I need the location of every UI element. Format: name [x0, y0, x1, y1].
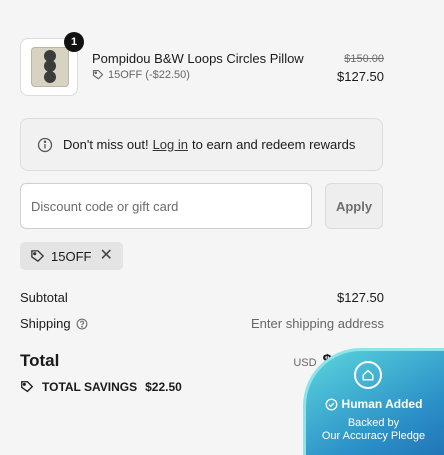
savings-value: $22.50: [145, 380, 182, 394]
total-label: Total: [20, 351, 60, 370]
subtotal-label: Subtotal: [20, 290, 68, 305]
badge-title: Human Added: [306, 397, 444, 411]
subtotal-value: $127.50: [337, 290, 384, 305]
notice-suffix: to earn and redeem rewards: [192, 137, 356, 152]
info-icon: [37, 137, 53, 152]
rewards-notice: Don't miss out! Log in to earn and redee…: [20, 118, 383, 171]
badge-subtitle: Backed by Our Accuracy Pledge: [306, 417, 444, 443]
product-discount-label: 15OFF (-$22.50): [108, 69, 190, 81]
pillow-image: [31, 47, 69, 87]
tag-icon: [31, 249, 45, 262]
applied-code-label: 15OFF: [51, 248, 92, 264]
savings-tag-icon: [21, 381, 34, 393]
discount-code-input[interactable]: [20, 183, 312, 229]
tag-icon: [92, 69, 104, 80]
original-price: $150.00: [344, 53, 384, 65]
product-name: Pompidou B&W Loops Circles Pillow: [92, 51, 304, 66]
cart-line-item: 1 Pompidou B&W Loops Circles Pillow 15OF…: [20, 32, 384, 96]
help-icon[interactable]: [76, 318, 88, 330]
currency-code: USD: [293, 357, 317, 369]
savings-label: TOTAL SAVINGS: [42, 380, 138, 394]
remove-discount-icon[interactable]: ✕: [99, 248, 112, 264]
house-icon: [354, 361, 382, 389]
applied-discount-chip: 15OFF ✕: [20, 242, 123, 270]
subtotal-row: Subtotal $127.50: [20, 290, 384, 305]
shipping-value: Enter shipping address: [251, 316, 384, 331]
total-savings: TOTAL SAVINGS $22.50: [20, 380, 182, 394]
current-price: $127.50: [337, 69, 384, 84]
check-circle-icon: [325, 398, 337, 410]
product-discount: 15OFF (-$22.50): [92, 69, 190, 81]
notice-prefix: Don't miss out!: [63, 137, 149, 152]
quantity-badge: 1: [64, 32, 84, 52]
badge-title-text: Human Added: [341, 397, 423, 411]
human-added-badge[interactable]: Human Added Backed by Our Accuracy Pledg…: [303, 348, 444, 455]
shipping-label: Shipping: [20, 316, 71, 331]
login-link[interactable]: Log in: [153, 137, 188, 152]
badge-line-2: Our Accuracy Pledge: [321, 430, 426, 442]
apply-button[interactable]: Apply: [325, 183, 383, 229]
badge-line-1: Backed by: [347, 417, 400, 429]
shipping-row: Shipping Enter shipping address: [20, 316, 384, 331]
